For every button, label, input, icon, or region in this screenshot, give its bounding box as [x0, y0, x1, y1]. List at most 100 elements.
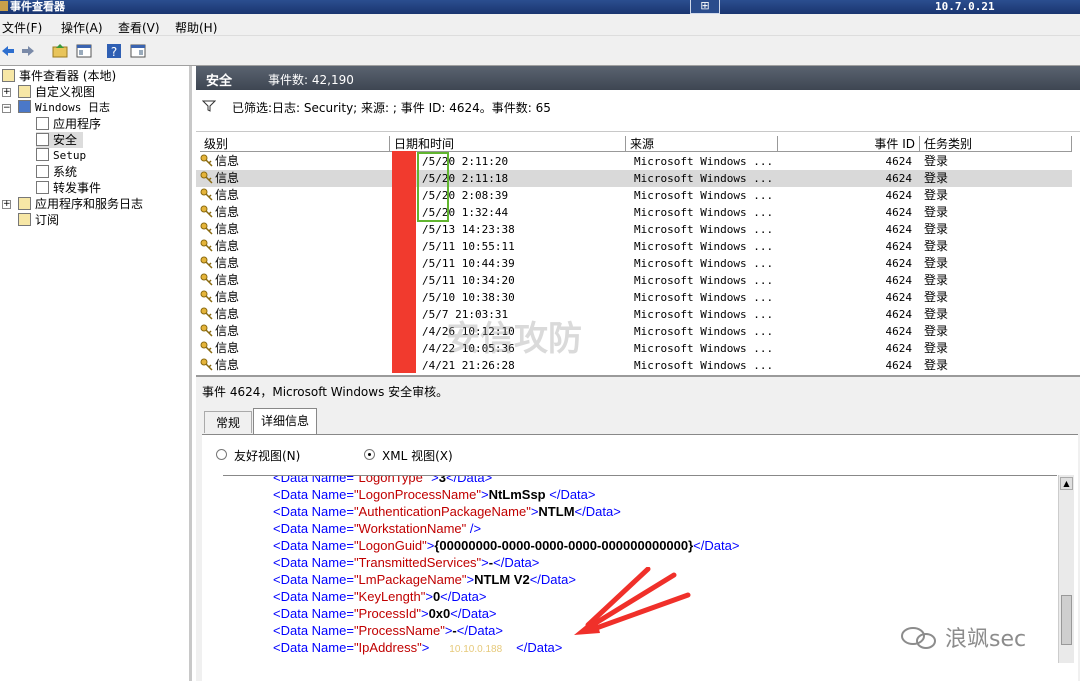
key-icon [200, 273, 213, 286]
forward-arrow-icon[interactable] [20, 43, 36, 59]
xml-scrollbar[interactable]: ▲ [1058, 475, 1074, 663]
level-cell: 信息 [200, 170, 239, 187]
datetime-cell: /5/10 10:38:30 [422, 291, 515, 304]
tree-custom-views[interactable]: 自定义视图 [18, 84, 95, 100]
col-task[interactable]: 任务类别 [920, 136, 1072, 152]
tree-forwarded-label: 转发事件 [53, 181, 102, 195]
help-icon[interactable]: ? [106, 43, 122, 59]
table-row[interactable]: 信息/5/13 14:23:38 Microsoft Windows ... 462… [196, 221, 1072, 238]
level-text: 信息 [215, 239, 240, 253]
event-id-cell: 4624 [885, 172, 913, 185]
level-text: 信息 [215, 171, 240, 185]
source-cell: Microsoft Windows ... [634, 359, 774, 372]
xml-name: "LmPackageName" [353, 572, 467, 587]
radio-xml-label[interactable]: XML 视图(X) [382, 447, 453, 464]
task-cell: 登录 [924, 290, 949, 304]
col-source[interactable]: 来源 [626, 136, 778, 152]
tree-windows-logs[interactable]: Windows 日志 [18, 100, 110, 116]
tree-forwarded[interactable]: 转发事件 [36, 180, 101, 196]
level-text: 信息 [215, 154, 240, 168]
table-row[interactable]: 信息/5/20 2:11:20 Microsoft Windows ... 4624… [196, 153, 1072, 170]
remote-ip: 10.7.0.21 [935, 0, 995, 13]
radio-friendly[interactable] [216, 449, 227, 460]
tab-general[interactable]: 常规 [204, 411, 252, 433]
xml-line: <Data Name="IpAddress"> 10.10.0.188 </Data… [273, 640, 562, 655]
pin-icon[interactable]: ⊞ [690, 0, 720, 14]
xml-name: "ProcessId" [353, 606, 421, 621]
console-tree-icon[interactable] [76, 43, 92, 59]
xml-open: <Data Name= [273, 640, 354, 655]
filter-icon [202, 100, 216, 112]
xml-line: <Data Name="ProcessName">-</Data> [273, 623, 503, 638]
table-row[interactable]: 信息/5/20 1:32:44 Microsoft Windows ... 4624… [196, 204, 1072, 221]
table-row[interactable]: 信息/4/26 10:12:10 Microsoft Windows ... 462… [196, 323, 1072, 340]
radio-xml[interactable] [364, 449, 375, 460]
action-pane-icon[interactable] [130, 43, 146, 59]
log-name: 安全 [206, 74, 233, 89]
tree-setup[interactable]: Setup [36, 148, 86, 164]
xml-line: <Data Name="LogonGuid">{00000000-0000-00… [273, 538, 739, 553]
tree-application[interactable]: 应用程序 [36, 116, 101, 132]
event-id-cell: 4624 [885, 223, 913, 236]
tree-subscriptions[interactable]: 订阅 [18, 212, 59, 228]
menu-help[interactable]: 帮助(H) [175, 19, 217, 36]
task-cell: 登录 [924, 239, 949, 253]
event-id-cell: 4624 [885, 189, 913, 202]
event-viewer-icon [0, 1, 8, 11]
xml-mid: > [420, 606, 429, 621]
level-cell: 信息 [200, 340, 239, 357]
xml-line: <Data Name="LogonType" >3</Data> [273, 476, 492, 485]
menu-action[interactable]: 操作(A) [61, 19, 103, 36]
table-row[interactable]: 信息/5/20 2:08:39 Microsoft Windows ... 4624… [196, 187, 1072, 204]
level-text: 信息 [215, 341, 240, 355]
tree-application-label: 应用程序 [53, 117, 102, 131]
task-cell: 登录 [924, 307, 949, 321]
back-arrow-icon[interactable] [0, 43, 16, 59]
radio-friendly-label[interactable]: 友好视图(N) [234, 447, 300, 464]
xml-close: </Data> [456, 623, 504, 638]
xml-close: </Data> [549, 487, 596, 502]
detail-title: 事件 4624，Microsoft Windows 安全审核。 [202, 385, 449, 399]
xml-mid: /> [466, 521, 482, 536]
xml-value: {00000000-0000-0000-0000-000000000000} [434, 538, 694, 553]
table-row[interactable]: 信息/5/7 21:03:31 Microsoft Windows ... 4624… [196, 306, 1072, 323]
table-row[interactable]: 信息/5/11 10:55:11 Microsoft Windows ... 462… [196, 238, 1072, 255]
log-header: 安全 事件数: 42,190 [196, 66, 1080, 90]
table-row[interactable]: 信息/5/11 10:34:20 Microsoft Windows ... 462… [196, 272, 1072, 289]
tree-root[interactable]: 事件查看器 (本地) [2, 68, 116, 84]
source-cell: Microsoft Windows ... [634, 257, 774, 270]
datetime-cell: /5/11 10:44:39 [422, 257, 515, 270]
subscription-icon [18, 213, 31, 226]
xml-name: "TransmittedServices" [353, 555, 482, 570]
table-row[interactable]: 信息/5/10 10:38:30 Microsoft Windows ... 462… [196, 289, 1072, 306]
tree-app-services[interactable]: 应用程序和服务日志 [18, 196, 143, 212]
scroll-thumb[interactable] [1061, 595, 1072, 645]
xml-open: <Data Name= [273, 504, 354, 519]
tree-custom-views-label: 自定义视图 [35, 85, 96, 99]
tab-details[interactable]: 详细信息 [253, 408, 317, 435]
table-row[interactable]: 信息/4/22 10:05:36 Microsoft Windows ... 462… [196, 340, 1072, 357]
filter-bar: 已筛选:日志: Security; 来源: ; 事件 ID: 4624。事件数:… [196, 90, 1080, 132]
scroll-up-icon[interactable]: ▲ [1060, 477, 1073, 490]
collapse-icon[interactable]: − [2, 104, 11, 113]
xml-close: </Data> [693, 538, 740, 553]
col-event-id[interactable]: 事件 ID [778, 136, 920, 152]
col-level[interactable]: 级别 [200, 136, 390, 152]
expand-icon[interactable]: + [2, 88, 11, 97]
menu-file[interactable]: 文件(F) [2, 19, 42, 36]
tree-system[interactable]: 系统 [36, 164, 77, 180]
level-cell: 信息 [200, 153, 239, 170]
menu-view[interactable]: 查看(V) [118, 19, 160, 36]
table-row[interactable]: 信息/4/21 21:26:28 Microsoft Windows ... 462… [196, 357, 1072, 373]
key-icon [200, 239, 213, 252]
table-row[interactable]: 信息/5/20 2:11:18 Microsoft Windows ... 4624… [196, 170, 1072, 187]
up-folder-icon[interactable] [52, 43, 68, 59]
level-text: 信息 [215, 205, 240, 219]
arrow-annotation-icon [574, 567, 691, 635]
toolbar: ? [0, 36, 1080, 66]
xml-open: <Data Name= [273, 606, 354, 621]
expand-icon[interactable]: + [2, 200, 11, 209]
col-datetime[interactable]: 日期和时间 [390, 136, 626, 152]
table-row[interactable]: 信息/5/11 10:44:39 Microsoft Windows ... 462… [196, 255, 1072, 272]
tree-security[interactable]: 安全 [36, 132, 84, 148]
